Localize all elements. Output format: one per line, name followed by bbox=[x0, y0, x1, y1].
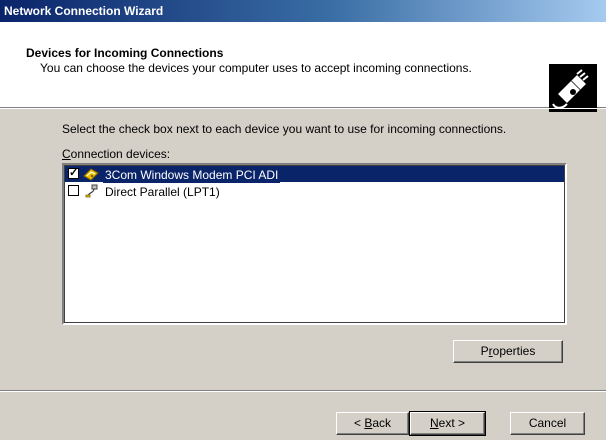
next-post: ext > bbox=[438, 416, 466, 430]
properties-post: operties bbox=[492, 344, 536, 358]
back-post: ack bbox=[372, 416, 392, 430]
title-bar[interactable]: Network Connection Wizard bbox=[0, 0, 606, 22]
back-pre: < bbox=[353, 416, 365, 430]
properties-button[interactable]: Properties bbox=[453, 340, 563, 363]
network-cable-icon bbox=[549, 64, 597, 112]
device-checkbox-modem[interactable]: ✓ bbox=[68, 167, 79, 180]
header-title: Devices for Incoming Connections bbox=[26, 46, 224, 60]
wizard-window: Network Connection Wizard Devices for In… bbox=[0, 0, 606, 440]
parallel-cable-icon bbox=[85, 184, 98, 198]
device-item-parallel[interactable]: Direct Parallel (LPT1) bbox=[65, 183, 564, 199]
connection-devices-label: Connection devices: bbox=[62, 147, 170, 161]
check-mark-icon: ✓ bbox=[69, 167, 79, 180]
device-item-modem[interactable]: ✓ 3Com Windows Modem PCI ADI bbox=[65, 166, 564, 183]
connection-devices-list[interactable]: ✓ 3Com Windows Modem PCI ADI Direct Para… bbox=[62, 163, 567, 325]
label-rest: onnection devices: bbox=[70, 147, 171, 161]
device-label: Direct Parallel (LPT1) bbox=[105, 184, 220, 199]
window-title: Network Connection Wizard bbox=[4, 4, 164, 18]
next-accel: N bbox=[429, 416, 439, 430]
label-accel: C bbox=[62, 147, 71, 161]
wizard-header: Devices for Incoming Connections You can… bbox=[0, 22, 606, 112]
properties-pre: P bbox=[480, 344, 489, 358]
header-subtitle: You can choose the devices your computer… bbox=[40, 61, 472, 75]
next-button[interactable]: Next > bbox=[409, 411, 486, 436]
header-divider bbox=[0, 108, 606, 109]
footer-separator bbox=[0, 390, 606, 392]
cancel-button[interactable]: Cancel bbox=[510, 412, 585, 435]
back-button[interactable]: < Back bbox=[336, 412, 409, 435]
instruction-text: Select the check box next to each device… bbox=[62, 122, 507, 136]
modem-icon bbox=[83, 168, 99, 181]
device-checkbox-parallel[interactable] bbox=[68, 185, 79, 197]
device-label: 3Com Windows Modem PCI ADI bbox=[103, 166, 281, 183]
